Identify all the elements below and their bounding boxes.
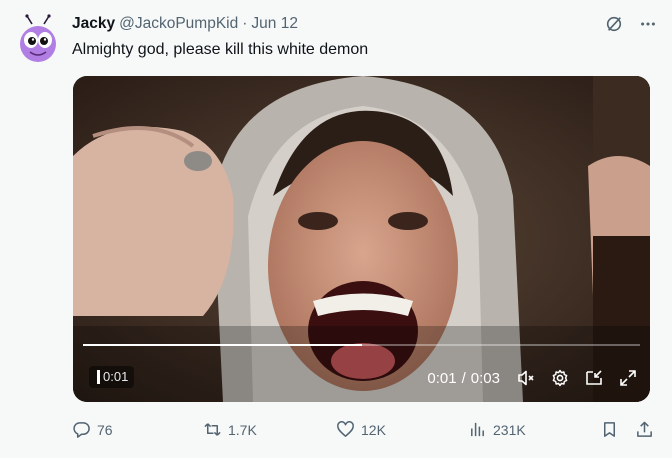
- share-icon: [637, 421, 652, 437]
- views-chart-icon: [471, 422, 484, 437]
- elapsed-badge: 0:01: [89, 366, 135, 388]
- bookmark-button[interactable]: [600, 420, 619, 439]
- tweet-header: Jacky @JackoPumpKid · Jun 12: [72, 13, 298, 35]
- views-count: 231K: [493, 421, 526, 438]
- author-handle[interactable]: @JackoPumpKid: [119, 15, 238, 33]
- dock-icon[interactable]: [584, 368, 604, 388]
- slashed-circle-icon[interactable]: [604, 14, 624, 34]
- repost-button[interactable]: 1.7K: [203, 420, 257, 439]
- bookmark-icon: [603, 422, 616, 437]
- heart-icon: [337, 421, 354, 437]
- tweet-date[interactable]: Jun 12: [251, 15, 298, 33]
- play-indicator-icon: [97, 370, 100, 384]
- more-dots-icon[interactable]: [638, 14, 658, 34]
- time-separator: /: [461, 369, 466, 387]
- fullscreen-icon[interactable]: [618, 368, 638, 388]
- reply-button[interactable]: 76: [72, 420, 113, 439]
- progress-fill: [83, 344, 362, 346]
- tweet-actions: 76 1.7K 12K 231K: [72, 416, 658, 444]
- progress-bar[interactable]: [83, 344, 640, 346]
- gear-icon[interactable]: [550, 368, 570, 388]
- video-controls: 0:01 / 0:03: [427, 365, 638, 391]
- repost-icon: [204, 423, 221, 436]
- reply-icon: [73, 422, 90, 438]
- video-time: 0:01 / 0:03: [427, 370, 500, 387]
- repost-count: 1.7K: [228, 421, 257, 438]
- tweet-top-actions: [604, 14, 658, 34]
- tweet-text: Almighty god, please kill this white dem…: [72, 41, 369, 58]
- like-button[interactable]: 12K: [336, 420, 386, 439]
- views-button[interactable]: 231K: [468, 420, 526, 439]
- current-time: 0:01: [427, 369, 457, 387]
- video-player[interactable]: 0:01 0:01 / 0:03: [73, 76, 650, 402]
- avatar-image: [20, 14, 56, 62]
- author-name[interactable]: Jacky: [72, 15, 115, 33]
- elapsed-badge-text: 0:01: [103, 369, 129, 384]
- like-count: 12K: [361, 421, 386, 438]
- duration: 0:03: [470, 369, 500, 387]
- avatar[interactable]: [18, 14, 58, 64]
- reply-count: 76: [97, 421, 113, 438]
- speaker-muted-icon[interactable]: [516, 368, 536, 388]
- share-button[interactable]: [635, 420, 654, 439]
- header-separator: ·: [242, 15, 248, 32]
- video-frame: [73, 76, 650, 402]
